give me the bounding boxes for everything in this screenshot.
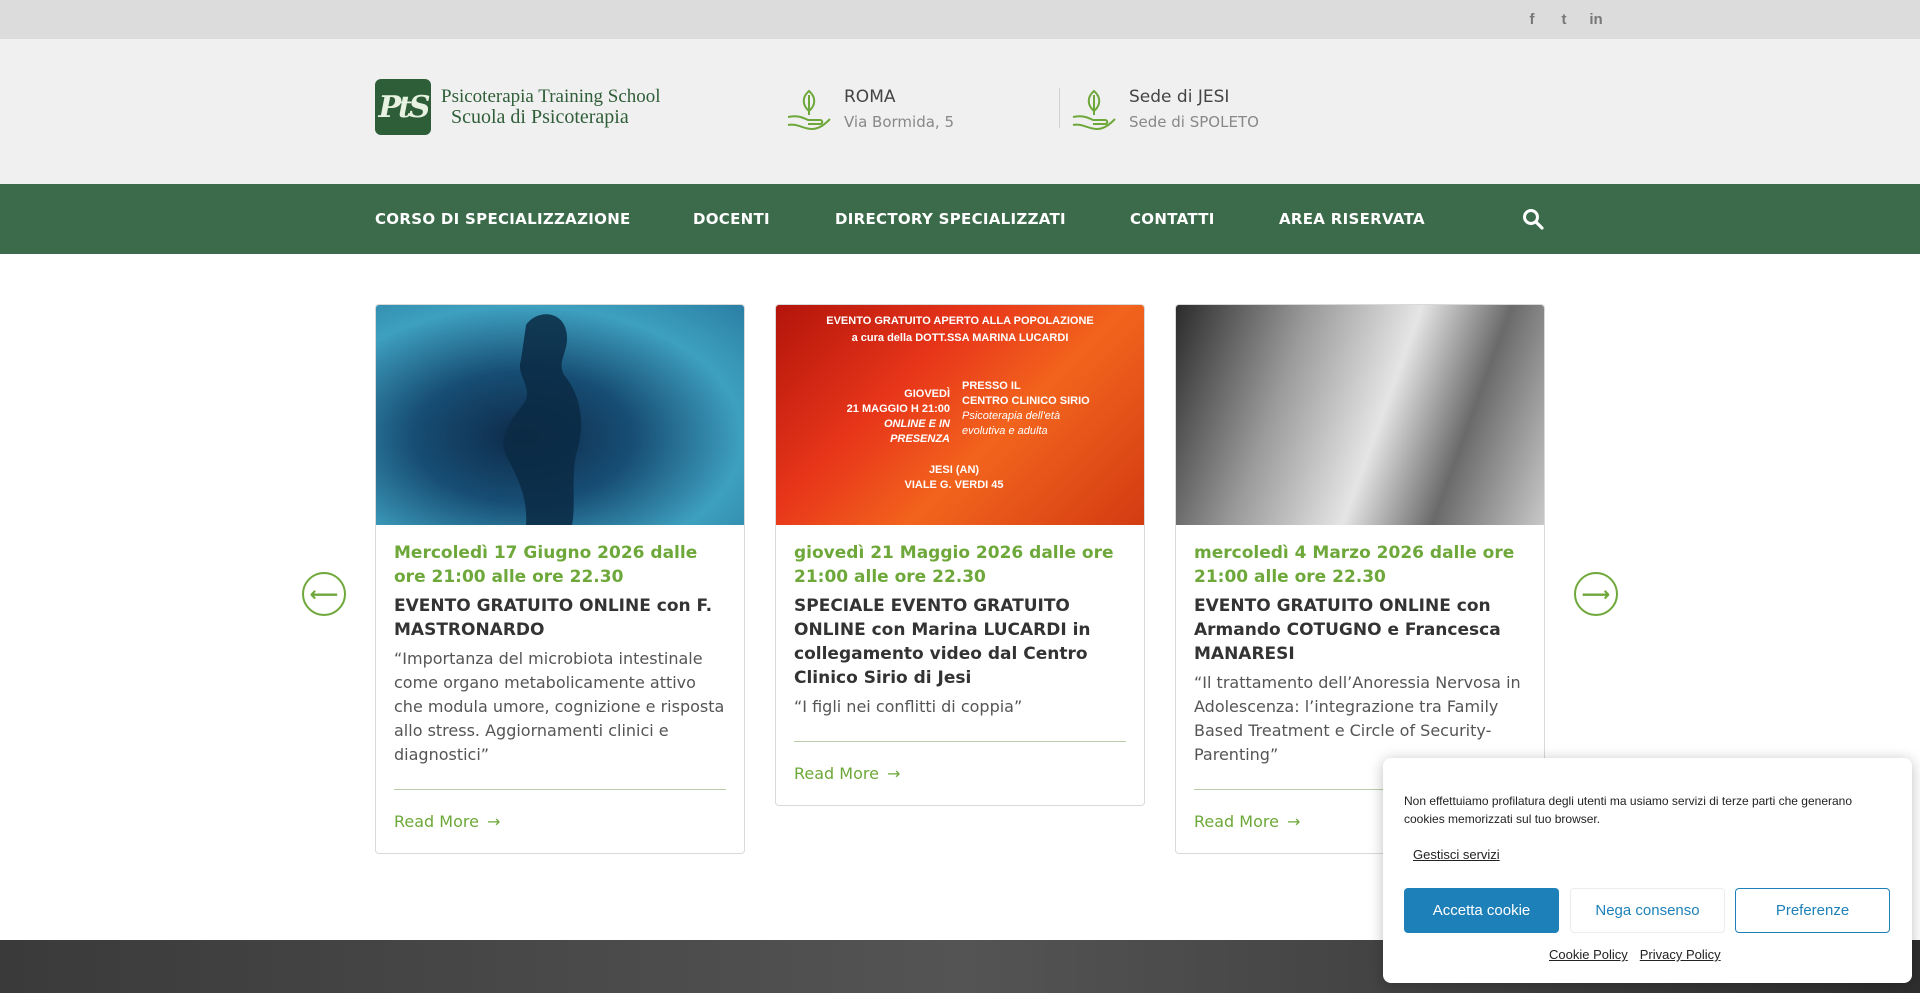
location-subtitle: Via Bormida, 5 [844, 113, 955, 131]
cookie-policy-links: Cookie Policy Privacy Policy [1549, 947, 1721, 962]
location-divider [1059, 88, 1060, 128]
site-header: PtS Psicoterapia Training School Scuola … [0, 39, 1920, 184]
twitter-icon[interactable]: t [1555, 11, 1573, 29]
nav-item-directory[interactable]: DIRECTORY SPECIALIZZATI [835, 210, 1066, 228]
event-card: EVENTO GRATUITO APERTO ALLA POPOLAZIONE … [775, 304, 1145, 806]
logo-mark-icon: PtS [375, 79, 431, 135]
deny-consent-button[interactable]: Nega consenso [1570, 888, 1725, 933]
poster-address: JESI (AN) VIALE G. VERDI 45 [904, 463, 1004, 493]
linkedin-icon[interactable]: in [1587, 11, 1605, 29]
location-jesi: Sede di JESI Sede di SPOLETO [1071, 85, 1259, 135]
event-title[interactable]: EVENTO GRATUITO ONLINE con Armando COTUG… [1194, 594, 1526, 666]
nav-item-corso[interactable]: CORSO DI SPECIALIZZAZIONE [375, 210, 631, 228]
event-image[interactable]: EVENTO GRATUITO APERTO ALLA POPOLAZIONE … [776, 305, 1144, 525]
read-more-link[interactable]: Read More → [794, 764, 1126, 783]
poster-where-1: PRESSO IL [962, 380, 1021, 392]
logo-text: Psicoterapia Training School Scuola di P… [441, 86, 661, 128]
poster-when-1: GIOVEDÌ [904, 388, 950, 400]
poster-header-line-2: a cura della DOTT.SSA MARINA LUCARDI [851, 332, 1069, 344]
arrow-left-icon: ⟵ [309, 582, 339, 606]
event-excerpt: “I figli nei conflitti di coppia” [794, 697, 1023, 716]
hand-plant-icon [787, 89, 831, 131]
arrow-right-icon: → [1286, 812, 1301, 831]
arrow-right-icon: ⟶ [1581, 582, 1611, 606]
carousel-next-button[interactable]: ⟶ [1574, 572, 1618, 616]
event-date: mercoledì 4 Marzo 2026 dalle ore 21:00 a… [1194, 543, 1515, 587]
read-more-label: Read More [394, 812, 479, 831]
top-bar: f t in [0, 0, 1920, 39]
manage-services-link[interactable]: Gestisci servizi [1413, 847, 1500, 862]
poster-when: GIOVEDÌ 21 MAGGIO H 21:00 ONLINE E IN PR… [840, 387, 950, 447]
logo-line-2: Scuola di Psicoterapia [451, 106, 629, 128]
location-title: Sede di JESI [1129, 87, 1230, 107]
location-roma: ROMA Via Bormida, 5 [786, 85, 954, 135]
poster-city: JESI (AN) [928, 464, 980, 476]
silhouette-figure [503, 314, 582, 525]
read-more-label: Read More [794, 764, 879, 783]
accept-cookies-button[interactable]: Accetta cookie [1404, 888, 1559, 933]
event-image[interactable] [1176, 305, 1544, 525]
hand-plant-icon [1072, 89, 1116, 131]
event-date: Mercoledì 17 Giugno 2026 dalle ore 21:00… [394, 543, 698, 587]
cookie-message: Non effettuiamo profilatura degli utenti… [1404, 794, 1853, 826]
read-more-label: Read More [1194, 812, 1279, 831]
privacy-policy-link[interactable]: Privacy Policy [1640, 947, 1721, 962]
social-links: f t in [1523, 11, 1605, 29]
arrow-right-icon: → [886, 764, 901, 783]
poster-where-3: Psicoterapia dell'età [962, 410, 1061, 422]
poster-when-3: ONLINE E IN PRESENZA [883, 418, 950, 445]
arrow-right-icon: → [486, 812, 501, 831]
poster-header: EVENTO GRATUITO APERTO ALLA POPOLAZIONE … [776, 313, 1144, 347]
event-card: Mercoledì 17 Giugno 2026 dalle ore 21:00… [375, 304, 745, 854]
event-title[interactable]: SPECIALE EVENTO GRATUITO ONLINE con Mari… [794, 594, 1126, 690]
carousel-prev-button[interactable]: ⟵ [302, 572, 346, 616]
main-nav: CORSO DI SPECIALIZZAZIONE DOCENTI DIRECT… [0, 184, 1920, 254]
location-title: ROMA [844, 87, 896, 107]
poster-where-4: evolutiva e adulta [962, 425, 1048, 437]
event-image[interactable] [376, 305, 744, 525]
card-divider [394, 789, 726, 790]
read-more-link[interactable]: Read More → [394, 812, 726, 831]
event-excerpt: “Importanza del microbiota intestinale c… [394, 649, 725, 764]
facebook-icon[interactable]: f [1523, 11, 1541, 29]
poster-header-line-1: EVENTO GRATUITO APERTO ALLA POPOLAZIONE [826, 315, 1094, 327]
poster-when-2: 21 MAGGIO H 21:00 [846, 403, 950, 415]
search-icon[interactable] [1522, 208, 1544, 230]
poster-where-2: CENTRO CLINICO SIRIO [962, 395, 1090, 407]
card-divider [794, 741, 1126, 742]
poster-street: VIALE G. VERDI 45 [904, 479, 1004, 491]
poster-where: PRESSO IL CENTRO CLINICO SIRIO Psicotera… [962, 379, 1090, 439]
event-date: giovedì 21 Maggio 2026 dalle ore 21:00 a… [794, 543, 1114, 587]
logo-line-1: Psicoterapia Training School [441, 86, 661, 107]
event-title[interactable]: EVENTO GRATUITO ONLINE con F. MASTRONARD… [394, 594, 726, 642]
site-logo[interactable]: PtS Psicoterapia Training School Scuola … [375, 79, 661, 135]
event-excerpt: “Il trattamento dell’Anoressia Nervosa i… [1194, 673, 1521, 764]
cookie-banner: Non effettuiamo profilatura degli utenti… [1383, 758, 1912, 983]
preferences-button[interactable]: Preferenze [1735, 888, 1890, 933]
nav-item-contatti[interactable]: CONTATTI [1130, 210, 1215, 228]
cookie-policy-link[interactable]: Cookie Policy [1549, 947, 1628, 962]
location-subtitle: Sede di SPOLETO [1129, 113, 1259, 131]
nav-item-area-riservata[interactable]: AREA RISERVATA [1279, 210, 1425, 228]
nav-item-docenti[interactable]: DOCENTI [693, 210, 770, 228]
